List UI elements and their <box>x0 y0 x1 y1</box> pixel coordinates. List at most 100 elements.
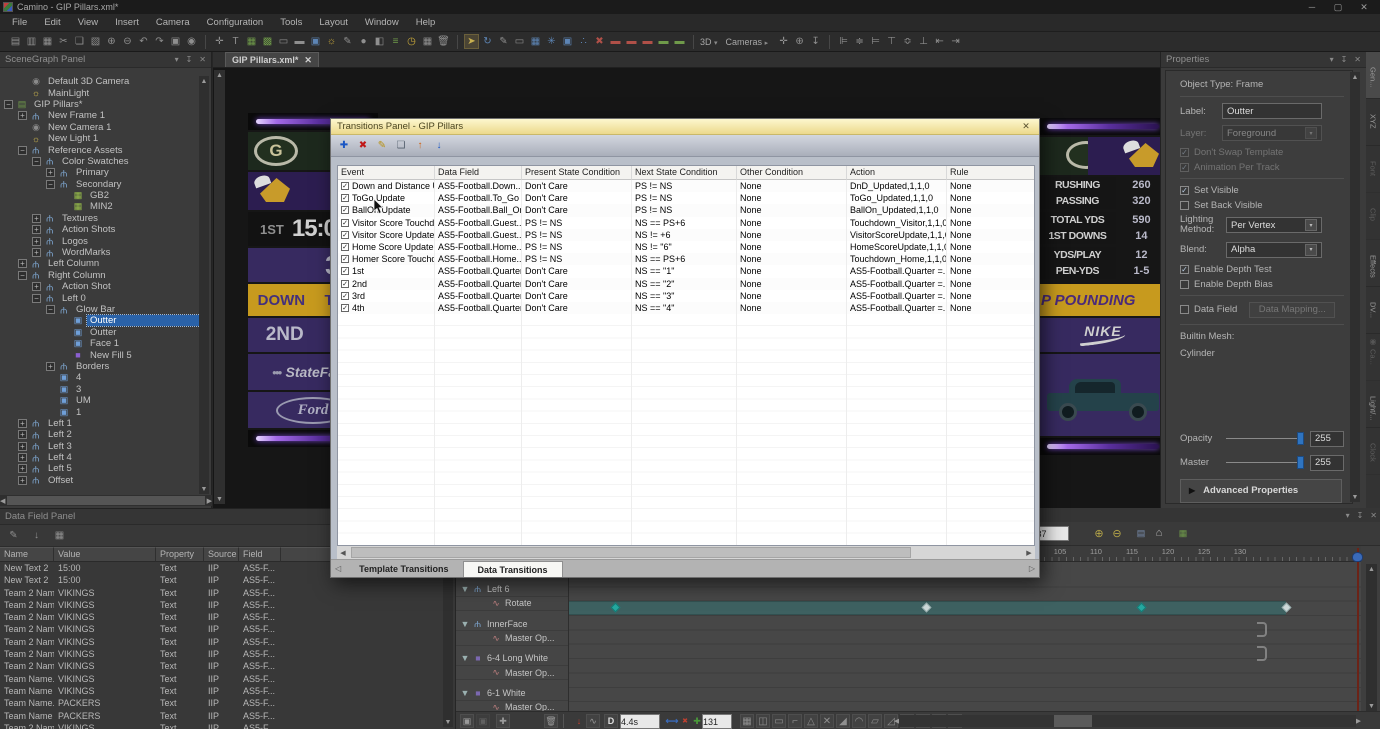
minimize-button[interactable]: ─ <box>1306 2 1318 13</box>
film-icon[interactable]: ▬ <box>292 34 307 49</box>
tree-node[interactable]: MainLight <box>0 87 200 98</box>
pin-icon[interactable]: ↧ <box>1341 55 1348 64</box>
dont-swap-template-checkbox[interactable]: ✓Don't Swap Template <box>1180 147 1352 158</box>
film-mid-icon[interactable]: ▬ <box>624 34 639 49</box>
side-tab[interactable]: DV... <box>1366 287 1380 334</box>
table-row[interactable]: Team 2 Name VIKINGS Text IIP AS5-F... <box>0 636 440 648</box>
tree-node[interactable]: + Left 5 <box>0 463 200 474</box>
timeline-track[interactable]: ▼ 6-4 Long White <box>456 652 568 666</box>
expander-icon[interactable]: − <box>32 157 41 166</box>
zoom-out-icon[interactable]: ⊖ <box>1110 526 1124 540</box>
row-checkbox[interactable]: ✓ <box>341 280 349 288</box>
tree-node[interactable]: 3 <box>0 384 200 395</box>
table-icon[interactable]: ▦ <box>420 34 435 49</box>
opacity-value-field[interactable] <box>1310 431 1344 447</box>
expander-icon[interactable]: + <box>46 168 55 177</box>
menu-item[interactable]: Layout <box>319 17 348 28</box>
tree-node[interactable]: + Left 1 <box>0 418 200 429</box>
table-row[interactable]: Team 2 Name VIKINGS Text IIP AS5-F... <box>0 722 440 729</box>
film-in-icon[interactable]: ▬ <box>608 34 623 49</box>
tree-node[interactable]: − Secondary <box>0 179 200 190</box>
step-icon[interactable]: ⌐ <box>788 714 802 728</box>
tree-node[interactable]: + Left 4 <box>0 452 200 463</box>
orbit-icon[interactable]: ↻ <box>480 34 495 49</box>
scrollbar-thumb[interactable] <box>1054 715 1092 727</box>
table-row[interactable]: Team Name... PACKERS Text IIP AS5-F... <box>0 697 440 709</box>
transition-row[interactable]: ✓Home Score Update AS5-Football.Home... … <box>338 241 1034 253</box>
tree-node[interactable]: Face 1 <box>0 338 200 349</box>
scrollbar-thumb[interactable] <box>351 547 911 558</box>
timeline-track[interactable]: ▼ InnerFace <box>456 617 568 631</box>
tree-node[interactable]: 1 <box>0 406 200 417</box>
menu-item[interactable]: Tools <box>280 17 302 28</box>
tree-node[interactable]: + Left 2 <box>0 429 200 440</box>
cameras-dropdown[interactable]: Cameras ▸ <box>722 37 773 47</box>
transition-row[interactable]: ✓3rd AS5-Football.Quarter Don't Care NS … <box>338 290 1034 302</box>
info-icon[interactable]: ◉ <box>184 34 199 49</box>
row-checkbox[interactable]: ✓ <box>341 182 349 190</box>
delete-icon[interactable]: ✖ <box>355 138 371 154</box>
align-middle-icon[interactable]: ≎ <box>900 34 915 49</box>
texture-icon[interactable]: ▩ <box>260 34 275 49</box>
key-single-icon[interactable]: ▭ <box>772 714 786 728</box>
menu-item[interactable]: File <box>12 17 27 28</box>
close-icon[interactable]: ✕ <box>1354 55 1361 64</box>
shift-keys-icon[interactable]: ▱ <box>868 714 882 728</box>
tree-node[interactable]: − Reference Assets <box>0 144 200 155</box>
collapsible-section-header[interactable]: ▶ Advanced Properties <box>1180 479 1342 503</box>
align-center-h-icon[interactable]: ≑ <box>852 34 867 49</box>
timeline-hscrollbar[interactable]: ◀ ▶ <box>894 714 1361 728</box>
timeline-track[interactable]: ▼ Rotate <box>456 597 568 611</box>
data-mapping-button[interactable]: Data Mapping... <box>1249 302 1335 318</box>
master-slider[interactable] <box>1226 462 1304 463</box>
tree-node[interactable]: + Left 3 <box>0 441 200 452</box>
edit-field-icon[interactable]: ✎ <box>6 528 21 543</box>
trash-icon[interactable]: 🗑 <box>436 34 451 49</box>
paste-icon[interactable]: ▧ <box>88 34 103 49</box>
trash-icon[interactable]: 🗑 <box>544 714 558 728</box>
expander-icon[interactable]: + <box>46 362 55 371</box>
row-checkbox[interactable]: ✓ <box>341 304 349 312</box>
gizmo-center-icon[interactable]: ↧ <box>808 34 823 49</box>
duration-field[interactable] <box>620 714 660 729</box>
blend-select[interactable]: Alpha▾ <box>1226 242 1322 258</box>
film-green-icon[interactable]: ▬ <box>656 34 671 49</box>
tab-close-icon[interactable]: ✕ <box>304 55 312 66</box>
playhead-grip[interactable] <box>1352 552 1363 562</box>
row-checkbox[interactable]: ✓ <box>341 231 349 239</box>
pin-icon[interactable]: ↧ <box>186 55 193 64</box>
dialog-tab[interactable]: Template Transitions <box>345 561 462 577</box>
fit-width-icon[interactable]: ⇤ <box>932 34 947 49</box>
image-icon[interactable]: ▦ <box>244 34 259 49</box>
cross-icon[interactable]: ✕ <box>820 714 834 728</box>
menu-item[interactable]: Help <box>416 17 436 28</box>
expander-icon[interactable]: + <box>18 111 27 120</box>
paint-icon[interactable]: ✎ <box>340 34 355 49</box>
tree-node[interactable]: UM <box>0 395 200 406</box>
tree-node[interactable]: + Logos <box>0 235 200 246</box>
tree-node[interactable]: Outter <box>0 327 200 338</box>
pin-icon[interactable]: ↧ <box>1357 511 1364 520</box>
viewport-vscrollbar[interactable]: ▲ ▼ <box>214 70 225 504</box>
expander-icon[interactable]: + <box>18 430 27 439</box>
scroll-up-icon[interactable]: ▲ <box>1350 72 1360 82</box>
tree-node[interactable]: + Borders <box>0 361 200 372</box>
transition-row[interactable]: ✓BallOn Update AS5-Football.Ball_On Don'… <box>338 204 1034 216</box>
menu-item[interactable]: Camera <box>156 17 190 28</box>
playhead-line[interactable] <box>1357 548 1359 719</box>
scroll-down-icon[interactable]: ▼ <box>199 484 209 494</box>
record-key-icon[interactable]: ↓ <box>572 714 586 728</box>
expander-icon[interactable]: + <box>18 442 27 451</box>
open-icon[interactable]: ▥ <box>24 34 39 49</box>
grid-b-icon[interactable]: ✳ <box>544 34 559 49</box>
transition-row[interactable]: ✓Visitor Score Update AS5-Football.Guest… <box>338 229 1034 241</box>
dialog-hscrollbar[interactable]: ◀ ▶ <box>337 546 1035 559</box>
scroll-down-icon[interactable]: ▼ <box>443 717 453 727</box>
tree-node[interactable]: + WordMarks <box>0 247 200 258</box>
zoom-in-icon[interactable]: ⊕ <box>104 34 119 49</box>
table-row[interactable]: Team Name PACKERS Text IIP AS5-F... <box>0 710 440 722</box>
tree-node[interactable]: 4 <box>0 372 200 383</box>
maximize-button[interactable]: ▢ <box>1332 2 1344 13</box>
expander-icon[interactable]: − <box>4 100 13 109</box>
document-tab[interactable]: GIP Pillars.xml* ✕ <box>225 52 319 67</box>
